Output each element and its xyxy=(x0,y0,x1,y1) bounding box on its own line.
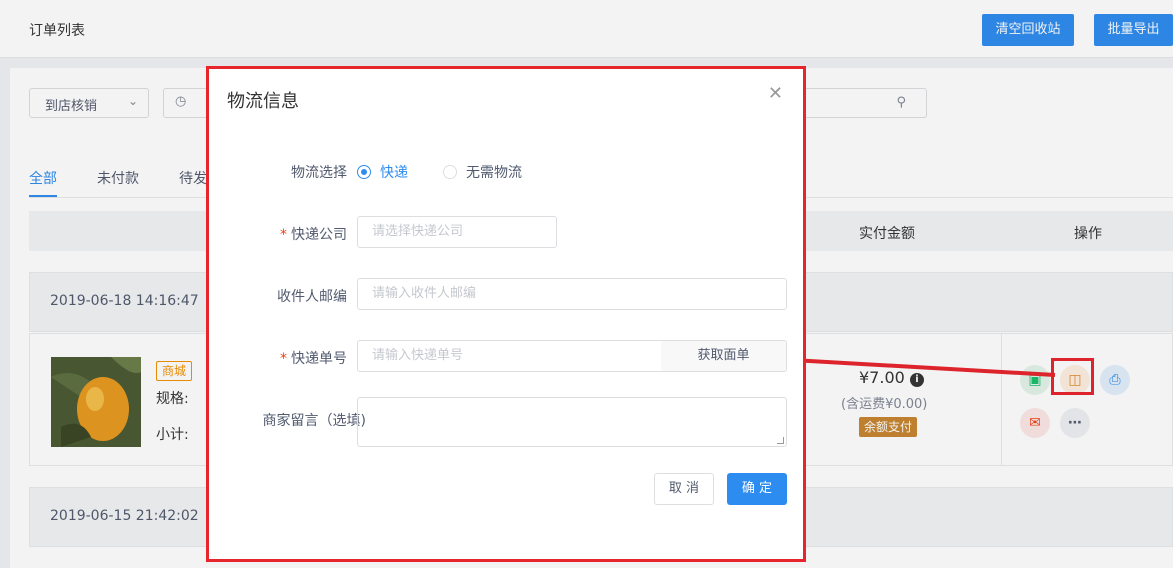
pay-method-badge: 余额支付 xyxy=(859,417,918,437)
top-bar: 订单列表 清空回收站 批量导出 xyxy=(0,0,1173,58)
radio-none-label: 无需物流 xyxy=(466,165,522,181)
header-actions: 操作 xyxy=(1074,226,1102,242)
page-title: 订单列表 xyxy=(29,23,85,39)
tab-all[interactable]: 全部 xyxy=(29,168,57,188)
company-select[interactable]: 请选择快递公司 xyxy=(357,216,557,248)
annotation-arrow xyxy=(776,350,1056,377)
print-icon[interactable]: ⎙ xyxy=(1100,365,1130,395)
active-tab-indicator xyxy=(29,195,57,197)
radio-dot xyxy=(443,165,457,179)
remark-label: 商家留言（选填) xyxy=(262,413,366,429)
order-type-select[interactable]: 到店核销 ⌄ xyxy=(29,88,149,118)
logistics-label: 物流选择 xyxy=(291,165,347,181)
radio-no-logistics[interactable]: 无需物流 xyxy=(443,162,522,182)
message-icon[interactable]: ✉ xyxy=(1020,408,1050,438)
radio-dot xyxy=(357,165,371,179)
header-paid-amount: 实付金额 xyxy=(859,226,915,242)
clock-icon: ◷ xyxy=(175,94,187,109)
remark-textarea[interactable] xyxy=(357,397,787,447)
clear-recycle-button[interactable]: 清空回收站 xyxy=(982,14,1074,46)
company-label: * 快递公司 xyxy=(280,227,347,243)
modal-title: 物流信息 xyxy=(227,91,299,112)
batch-export-button[interactable]: 批量导出 xyxy=(1094,14,1173,46)
more-icon[interactable]: ⋯ xyxy=(1060,408,1090,438)
get-waybill-button[interactable]: 获取面单 xyxy=(661,340,787,372)
order-time: 2019-06-15 21:42:02 xyxy=(50,508,199,524)
confirm-button[interactable]: 确 定 xyxy=(727,473,787,505)
spec-label: 规格: xyxy=(156,391,189,407)
freight-text: (含运费¥0.00) xyxy=(841,397,928,412)
order-type-value: 到店核销 xyxy=(45,99,98,114)
tracking-label-text: 快递单号 xyxy=(291,351,347,367)
logistics-modal: 物流信息 ✕ 物流选择 快递 无需物流 * 快递公司 请选择快递公司 收件人邮编 … xyxy=(206,66,806,562)
tab-unpaid[interactable]: 未付款 xyxy=(97,168,139,188)
zip-input[interactable]: 请输入收件人邮编 xyxy=(357,278,787,310)
search-input[interactable]: ⚲ xyxy=(790,88,927,118)
search-icon: ⚲ xyxy=(896,95,906,110)
chevron-down-icon: ⌄ xyxy=(127,94,138,108)
zip-label: 收件人邮编 xyxy=(277,289,347,305)
tracking-label: * 快递单号 xyxy=(280,351,347,367)
tracking-input[interactable]: 请输入快递单号 xyxy=(357,340,662,372)
radio-express-label: 快递 xyxy=(380,165,408,181)
cancel-button[interactable]: 取 消 xyxy=(654,473,714,505)
radio-express[interactable]: 快递 xyxy=(357,162,408,182)
product-image[interactable] xyxy=(51,357,141,447)
close-icon[interactable]: ✕ xyxy=(768,83,783,104)
company-label-text: 快递公司 xyxy=(291,227,347,243)
